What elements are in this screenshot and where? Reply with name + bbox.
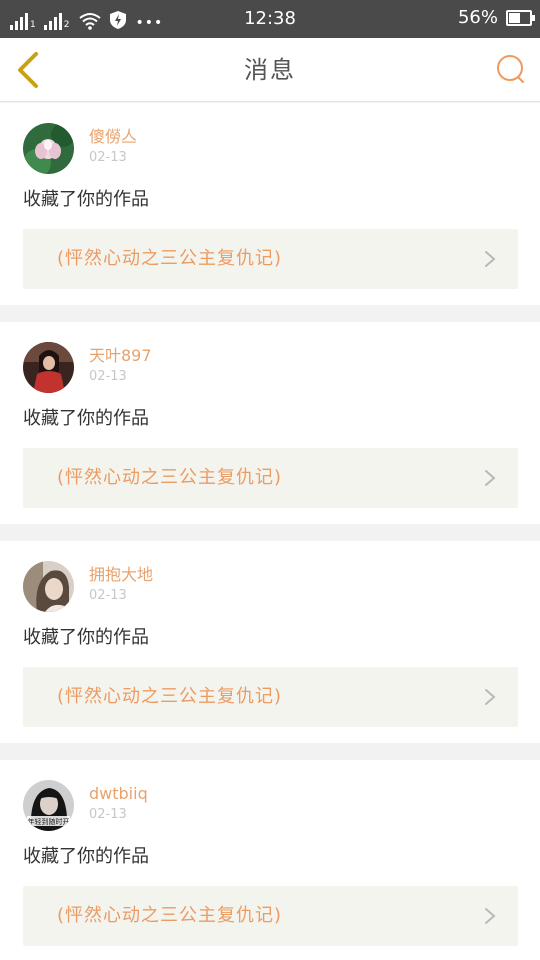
message-date: 02-13 bbox=[89, 369, 127, 384]
avatar[interactable]: 年轻到随时开 bbox=[23, 780, 74, 831]
message-text: 收藏了你的作品 bbox=[23, 627, 149, 648]
message-text: 收藏了你的作品 bbox=[23, 408, 149, 429]
message-card: 拥抱大地 02-13 收藏了你的作品 (怦然心动之三公主复仇记) bbox=[0, 541, 540, 743]
avatar[interactable] bbox=[23, 342, 74, 393]
work-title: (怦然心动之三公主复仇记) bbox=[57, 248, 283, 269]
work-title: (怦然心动之三公主复仇记) bbox=[57, 905, 283, 926]
battery-percentage: 56% bbox=[457, 7, 498, 28]
username[interactable]: 拥抱大地 bbox=[89, 565, 153, 585]
status-bar: 1 2 ••• 12:38 56% bbox=[0, 0, 540, 38]
chevron-right-icon bbox=[485, 470, 496, 486]
message-date: 02-13 bbox=[89, 588, 127, 603]
chevron-right-icon bbox=[485, 908, 496, 924]
chevron-right-icon bbox=[485, 251, 496, 267]
page-title: 消息 bbox=[244, 56, 296, 84]
avatar[interactable] bbox=[23, 123, 74, 174]
nav-bar: 消息 bbox=[0, 38, 540, 102]
work-link[interactable]: (怦然心动之三公主复仇记) bbox=[23, 229, 518, 289]
avatar[interactable] bbox=[23, 561, 74, 612]
message-card: 傻僗亼 02-13 收藏了你的作品 (怦然心动之三公主复仇记) bbox=[0, 103, 540, 305]
work-link[interactable]: (怦然心动之三公主复仇记) bbox=[23, 448, 518, 508]
chevron-right-icon bbox=[485, 689, 496, 705]
message-card: 天叶897 02-13 收藏了你的作品 (怦然心动之三公主复仇记) bbox=[0, 322, 540, 524]
search-icon[interactable] bbox=[496, 54, 526, 84]
work-title: (怦然心动之三公主复仇记) bbox=[57, 686, 283, 707]
work-link[interactable]: (怦然心动之三公主复仇记) bbox=[23, 667, 518, 727]
work-link[interactable]: (怦然心动之三公主复仇记) bbox=[23, 886, 518, 946]
message-date: 02-13 bbox=[89, 150, 127, 165]
message-date: 02-13 bbox=[89, 807, 127, 822]
message-text: 收藏了你的作品 bbox=[23, 846, 149, 867]
username[interactable]: 傻僗亼 bbox=[89, 127, 137, 147]
username[interactable]: 天叶897 bbox=[89, 346, 152, 366]
username[interactable]: dwtbiiq bbox=[89, 784, 148, 804]
message-text: 收藏了你的作品 bbox=[23, 189, 149, 210]
message-card: 年轻到随时开 dwtbiiq 02-13 收藏了你的作品 (怦然心动之三公主复仇… bbox=[0, 760, 540, 960]
battery-icon bbox=[506, 10, 535, 26]
message-list: 傻僗亼 02-13 收藏了你的作品 (怦然心动之三公主复仇记) 天叶897 02… bbox=[0, 103, 540, 960]
work-title: (怦然心动之三公主复仇记) bbox=[57, 467, 283, 488]
avatar-caption: 年轻到随时开 bbox=[28, 817, 70, 826]
